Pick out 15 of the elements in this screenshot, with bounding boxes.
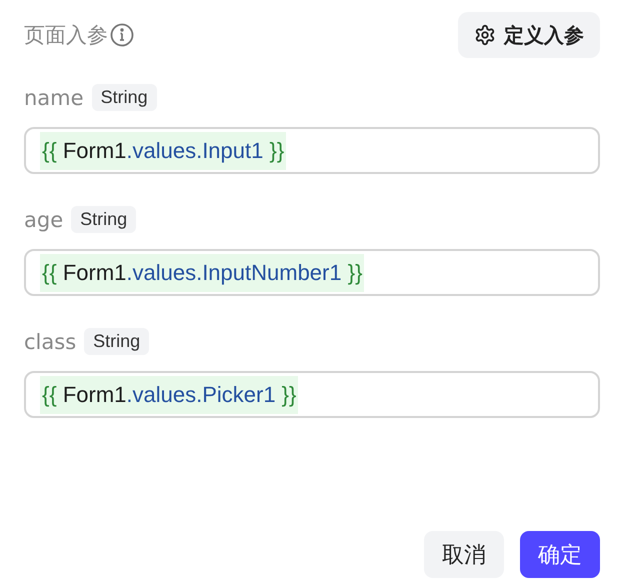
cancel-button[interactable]: 取消 — [424, 531, 504, 578]
type-tag: String — [84, 328, 150, 355]
settings-icon — [474, 24, 496, 46]
expression-field[interactable]: {{ Form1.values.InputNumber1 }} — [24, 249, 600, 296]
type-tag: String — [92, 84, 157, 111]
info-icon[interactable] — [110, 23, 134, 47]
type-tag: String — [71, 206, 136, 233]
param-name: name — [24, 86, 84, 110]
define-params-button[interactable]: 定义入参 — [458, 12, 600, 58]
confirm-button[interactable]: 确定 — [520, 531, 600, 578]
param-name: age — [24, 208, 64, 232]
expression-field[interactable]: {{ Form1.values.Picker1 }} — [24, 371, 600, 418]
section-title: 页面入参 — [24, 22, 108, 49]
param-name: class — [24, 330, 76, 354]
expression-field[interactable]: {{ Form1.values.Input1 }} — [24, 127, 600, 174]
